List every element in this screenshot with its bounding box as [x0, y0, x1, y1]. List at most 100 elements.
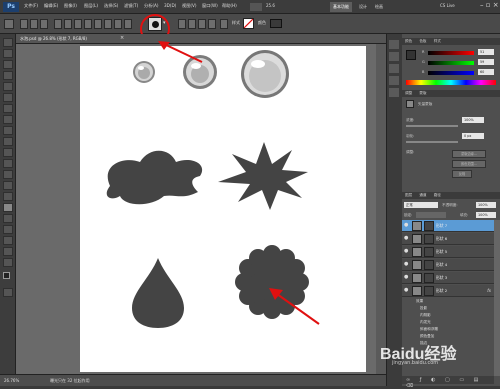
custom-shape-tool-icon[interactable]: [4, 19, 14, 29]
color-swatch[interactable]: [270, 19, 282, 28]
3d-rotate-icon[interactable]: [3, 236, 13, 245]
menu-analysis[interactable]: 分析(A): [144, 3, 159, 9]
workspace-paint-button[interactable]: 绘画: [372, 2, 386, 12]
blur-tool-icon[interactable]: [3, 170, 13, 179]
menu-filter[interactable]: 滤镜(T): [124, 3, 138, 9]
g-slider[interactable]: [428, 61, 474, 65]
dodge-tool-icon[interactable]: [3, 181, 13, 190]
gradient-tool-icon[interactable]: [3, 159, 13, 168]
clone-source-icon[interactable]: [389, 76, 399, 85]
eye-icon[interactable]: ●: [404, 236, 409, 241]
lock-icons[interactable]: [416, 212, 446, 218]
layers-scrollbar[interactable]: [494, 220, 500, 376]
window-controls[interactable]: – ▫ ×: [480, 1, 499, 9]
tab-styles[interactable]: 样式: [434, 39, 441, 43]
fill-field[interactable]: 100%: [476, 212, 496, 218]
bridge-icon[interactable]: [250, 3, 262, 11]
history-panel-icon[interactable]: [389, 40, 399, 49]
layer-row-shape4[interactable]: ● 形状 4: [402, 259, 494, 271]
eraser-tool-icon[interactable]: [3, 148, 13, 157]
layer-row-shape6[interactable]: ● 形状 6: [402, 233, 494, 245]
color-range-button[interactable]: 颜色范围...: [452, 160, 486, 168]
eye-icon[interactable]: ●: [404, 288, 409, 293]
shape-layers-icon[interactable]: [20, 19, 28, 29]
path-select-icon[interactable]: [3, 225, 13, 234]
clone-stamp-icon[interactable]: [3, 126, 13, 135]
pen-tool-icon[interactable]: [3, 192, 13, 201]
exclude-icon[interactable]: [208, 19, 216, 29]
move-tool-icon[interactable]: [3, 38, 13, 47]
history-brush-icon[interactable]: [3, 137, 13, 146]
menu-file[interactable]: 文件(F): [24, 3, 38, 9]
layers-panel-tabs[interactable]: 图层 通道 路径: [402, 192, 500, 199]
adjust-panel-tabs[interactable]: 调整 蒙版: [402, 90, 500, 97]
link-icon[interactable]: [220, 19, 228, 29]
feather-slider[interactable]: [406, 141, 458, 143]
menu-select[interactable]: 选择(S): [104, 3, 118, 9]
tab-paths[interactable]: 路径: [434, 193, 441, 197]
menu-help[interactable]: 帮助(H): [222, 3, 237, 9]
lasso-tool-icon[interactable]: [3, 60, 13, 69]
layer-row-shape5[interactable]: ● 形状 5: [402, 246, 494, 258]
feather-field[interactable]: 0 px: [462, 133, 484, 139]
fg-color-preview[interactable]: [406, 50, 416, 60]
menu-window[interactable]: 窗口(W): [202, 3, 218, 9]
blend-mode-select[interactable]: 正常: [404, 202, 438, 208]
foreground-color-swatch[interactable]: [3, 272, 10, 279]
layer-row-shape3[interactable]: ● 形状 3: [402, 272, 494, 284]
tab-color[interactable]: 颜色: [405, 39, 412, 43]
density-field[interactable]: 100%: [462, 117, 484, 123]
type-tool-icon[interactable]: [3, 214, 13, 223]
crop-tool-icon[interactable]: [3, 82, 13, 91]
menu-image[interactable]: 图像(I): [64, 3, 77, 9]
effect-drop-shadow[interactable]: 投影: [420, 306, 427, 311]
combine-icon[interactable]: [178, 19, 186, 29]
menu-layer[interactable]: 图层(L): [84, 3, 98, 9]
effect-inner-glow[interactable]: 内发光: [420, 320, 431, 325]
tab-channels[interactable]: 通道: [419, 193, 426, 197]
layer-actions-icons[interactable]: ∞ ƒ ◐ ▢ ▭ ▤ ⌫: [406, 377, 494, 389]
g-field[interactable]: 59: [478, 59, 494, 65]
subtract-icon[interactable]: [188, 19, 196, 29]
cs-live[interactable]: CS Live: [440, 3, 455, 8]
eyedropper-icon[interactable]: [3, 93, 13, 102]
marquee-tool-icon[interactable]: [3, 49, 13, 58]
brushes-panel-icon[interactable]: [389, 64, 399, 73]
vertical-scrollbar[interactable]: [376, 44, 386, 374]
tab-layers[interactable]: 图层: [405, 193, 412, 197]
eye-icon[interactable]: ●: [404, 223, 409, 228]
actions-panel-icon[interactable]: [389, 52, 399, 61]
color-spectrum[interactable]: [406, 80, 496, 85]
layer-row-shape2[interactable]: ● 形状 2 fx: [402, 285, 494, 297]
character-panel-icon[interactable]: [389, 88, 399, 97]
freeform-pen-icon[interactable]: [64, 19, 72, 29]
paths-icon[interactable]: [30, 19, 38, 29]
rounded-rectangle-icon[interactable]: [84, 19, 92, 29]
menu-edit[interactable]: 编辑(E): [44, 3, 58, 9]
rectangle-tool-icon[interactable]: [74, 19, 82, 29]
ellipse-tool-icon[interactable]: [94, 19, 102, 29]
mask-edge-button[interactable]: 蒙版边缘...: [452, 150, 486, 158]
tab-swatches[interactable]: 色板: [419, 39, 426, 43]
eye-icon[interactable]: ●: [404, 262, 409, 267]
layer-row-shape7[interactable]: ● 形状 7: [402, 220, 494, 232]
fx-icon[interactable]: fx: [487, 288, 491, 293]
style-swatch[interactable]: [243, 18, 254, 29]
shape-tool-icon[interactable]: [3, 203, 13, 212]
workspace-design-button[interactable]: 设计: [356, 2, 370, 12]
zoom-level[interactable]: 25.6: [266, 3, 275, 8]
color-panel-tabs[interactable]: 颜色 色板 样式: [402, 38, 500, 45]
hand-tool-icon[interactable]: [3, 247, 13, 256]
eye-icon[interactable]: ●: [404, 249, 409, 254]
tab-masks[interactable]: 蒙版: [419, 91, 426, 95]
invert-button[interactable]: 反相: [452, 170, 472, 178]
brush-tool-icon[interactable]: [3, 115, 13, 124]
healing-brush-icon[interactable]: [3, 104, 13, 113]
menu-3d[interactable]: 3D(D): [164, 3, 176, 8]
quick-mask-icon[interactable]: [3, 288, 13, 297]
eye-icon[interactable]: ●: [404, 275, 409, 280]
effect-bevel-emboss[interactable]: 斜面和浮雕: [420, 327, 438, 332]
line-tool-icon[interactable]: [114, 19, 122, 29]
workspace-essentials-button[interactable]: 基本功能: [330, 2, 352, 12]
density-slider[interactable]: [406, 125, 458, 127]
